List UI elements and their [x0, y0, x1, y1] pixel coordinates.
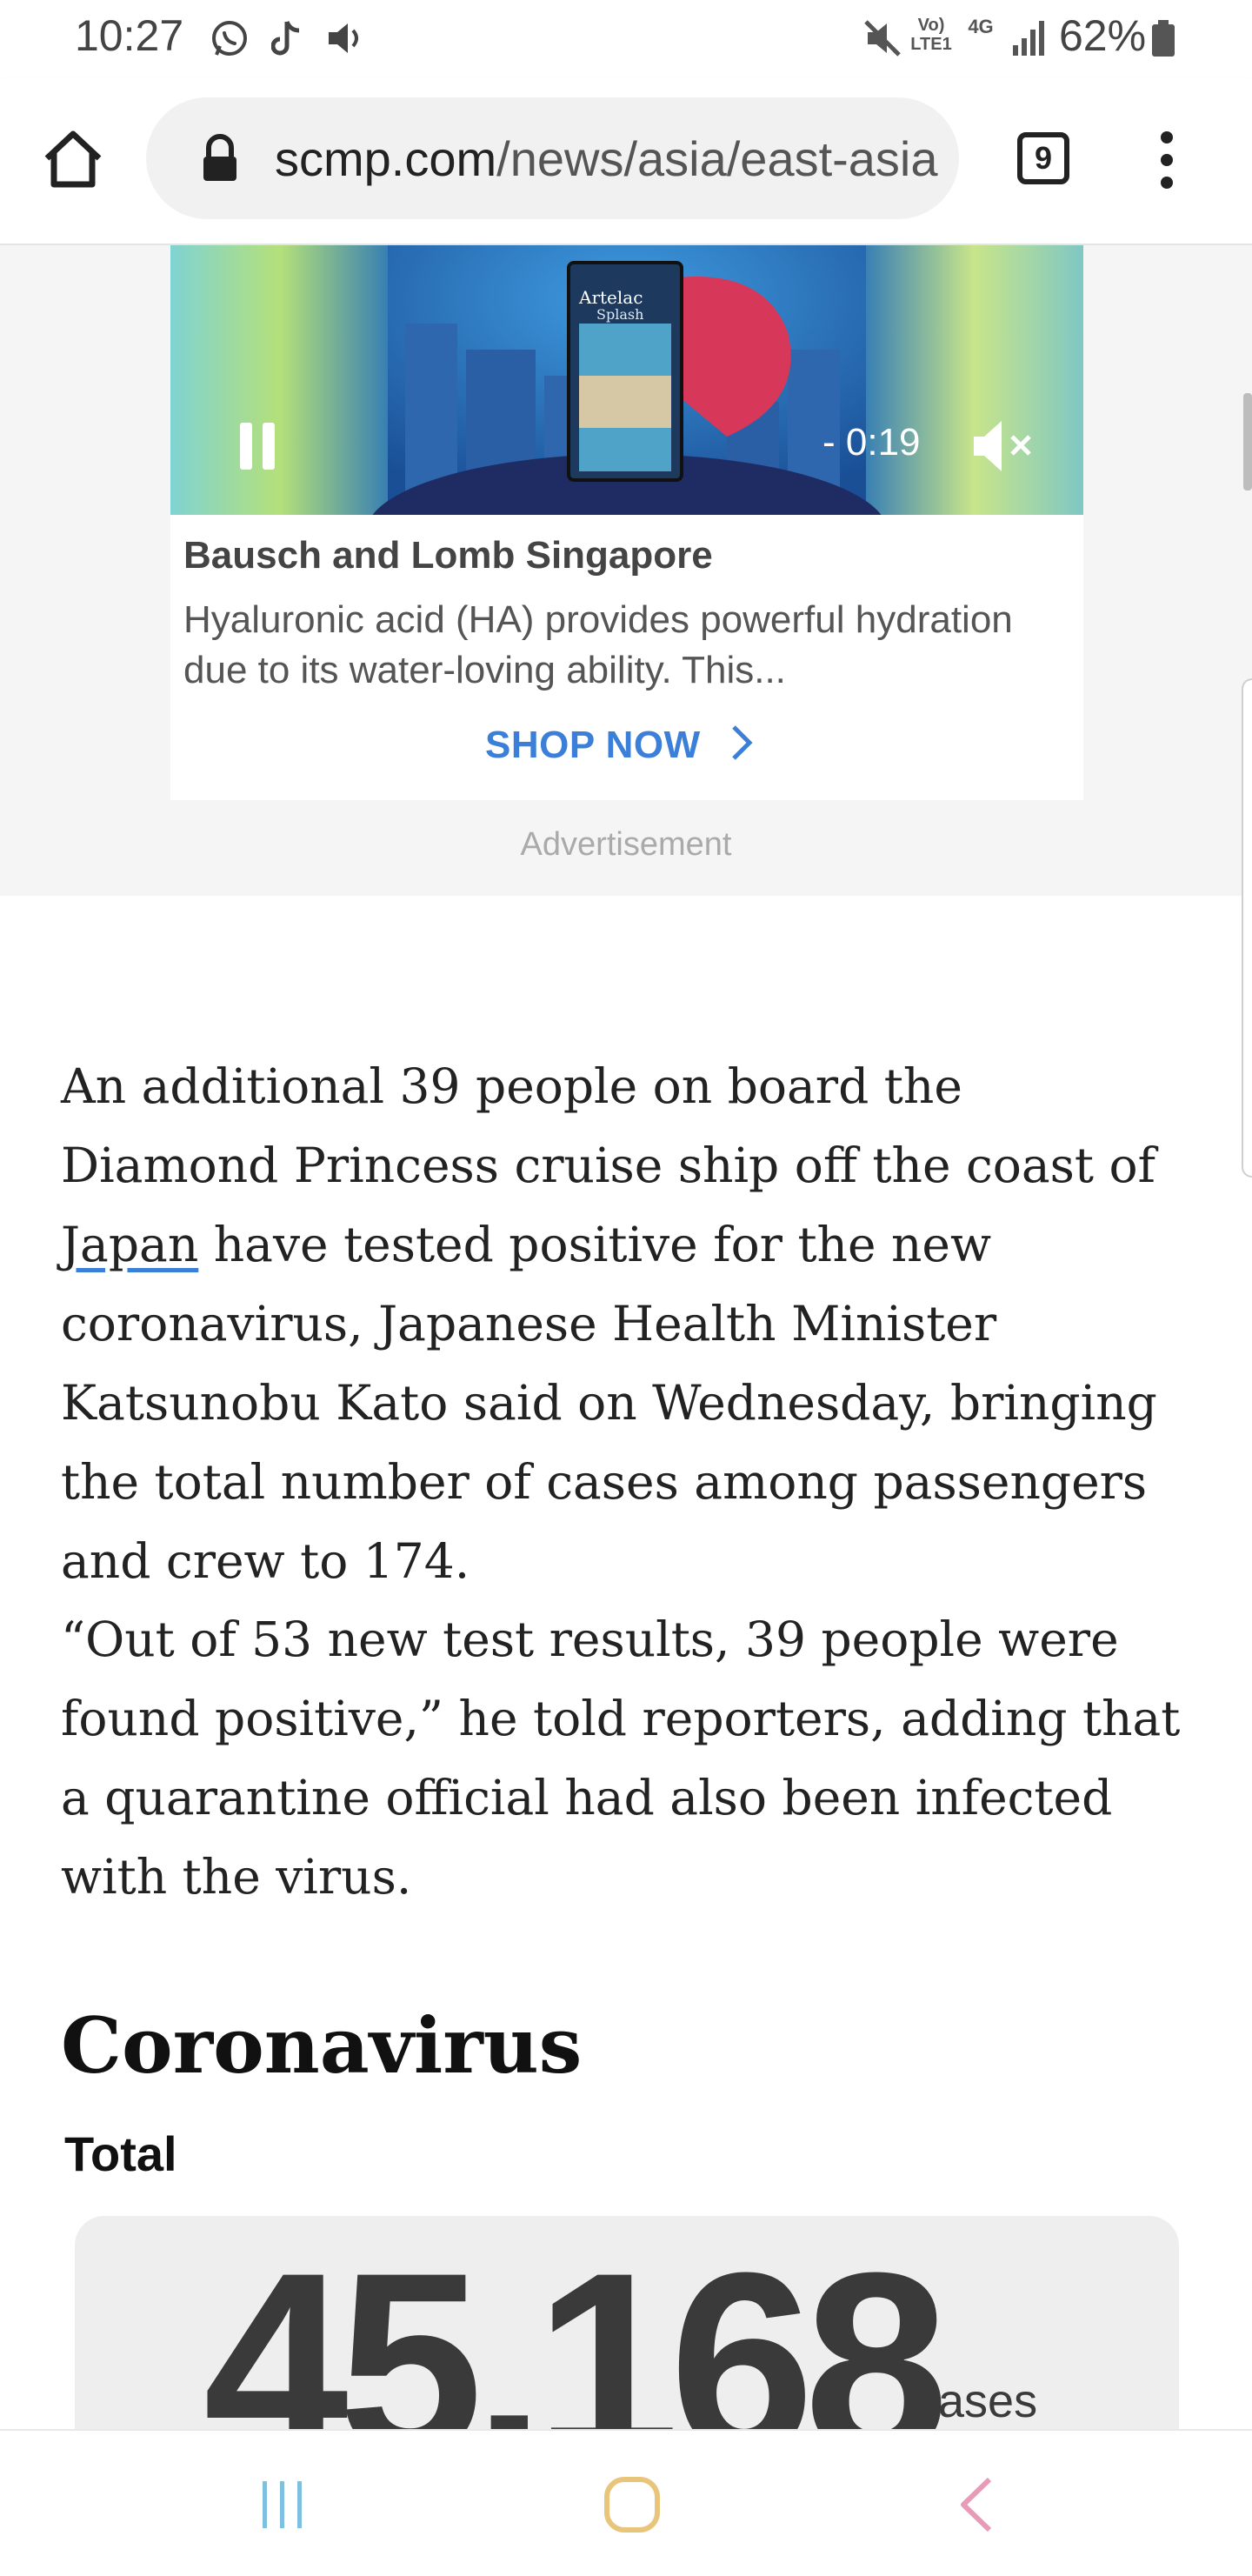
article-paragraph: An additional 39 people on board the Dia…: [61, 1047, 1191, 1601]
ad-product-sub: Splash: [596, 306, 644, 323]
back-icon[interactable]: [956, 2474, 996, 2535]
status-bar: 10:27 Vo) LTE1 4G 62%: [0, 0, 1252, 78]
ad-video-artwork: [372, 245, 882, 515]
shop-now-button[interactable]: SHOP NOW: [485, 724, 753, 771]
url-domain: scmp.com: [275, 131, 497, 186]
volume-icon: [323, 17, 367, 59]
shop-now-label: SHOP NOW: [485, 724, 701, 767]
ad-brand: Bausch and Lomb Singapore: [183, 534, 713, 577]
battery-percentage: 62%: [1059, 11, 1147, 60]
lock-icon: [200, 134, 240, 184]
mute-icon: [861, 17, 904, 59]
chevron-right-icon: [730, 724, 753, 771]
japan-link[interactable]: Japan: [61, 1217, 198, 1272]
status-time: 10:27: [75, 11, 184, 60]
url-text: scmp.com/news/asia/east-asia: [275, 130, 944, 187]
home-button-icon[interactable]: [602, 2474, 663, 2535]
pause-icon[interactable]: [236, 419, 278, 473]
article-paragraph: “Out of 53 new test results, 39 people w…: [61, 1612, 1181, 1905]
system-nav-bar: [0, 2429, 1252, 2576]
whatsapp-icon: [209, 17, 250, 59]
scrollbar-thumb[interactable]: [1243, 393, 1252, 491]
url-path: /news/asia/east-asia: [496, 131, 938, 186]
ad-product-name: Artelac: [579, 287, 643, 308]
ad-video[interactable]: Artelac Splash - 0:19: [170, 245, 1083, 515]
tabs-icon[interactable]: 9: [1017, 132, 1069, 184]
section-heading: Coronavirus: [61, 2000, 583, 2091]
browser-toolbar: scmp.com/news/asia/east-asia 9: [0, 78, 1252, 245]
battery-icon: [1148, 17, 1179, 59]
ad-container: Artelac Splash - 0:19 Bausch and Lomb Si…: [0, 245, 1252, 896]
edge-panel-handle[interactable]: [1242, 678, 1252, 1178]
tiktok-icon: [270, 17, 304, 59]
recent-apps-icon[interactable]: [259, 2478, 306, 2532]
advertisement-label: Advertisement: [520, 826, 732, 863]
video-time-remaining: - 0:19: [822, 421, 921, 464]
signal-icon: [1007, 17, 1050, 59]
tab-count: 9: [1034, 140, 1053, 176]
cases-unit: cases: [915, 2375, 1038, 2427]
paragraph-text: have tested positive for the new coronav…: [61, 1217, 1157, 1589]
ad-card[interactable]: Bausch and Lomb Singapore Hyaluronic aci…: [170, 515, 1083, 800]
total-label: Total: [64, 2126, 177, 2181]
speaker-muted-icon[interactable]: [969, 416, 1038, 477]
network-type: 4G: [968, 16, 994, 37]
menu-icon[interactable]: [1146, 129, 1188, 191]
address-bar[interactable]: scmp.com/news/asia/east-asia: [146, 97, 959, 219]
home-icon[interactable]: [38, 123, 108, 193]
ad-description: Hyaluronic acid (HA) provides powerful h…: [183, 598, 1013, 691]
paragraph-text: An additional 39 people on board the Dia…: [61, 1058, 1155, 1193]
volte-indicator: Vo) LTE1: [910, 16, 952, 54]
